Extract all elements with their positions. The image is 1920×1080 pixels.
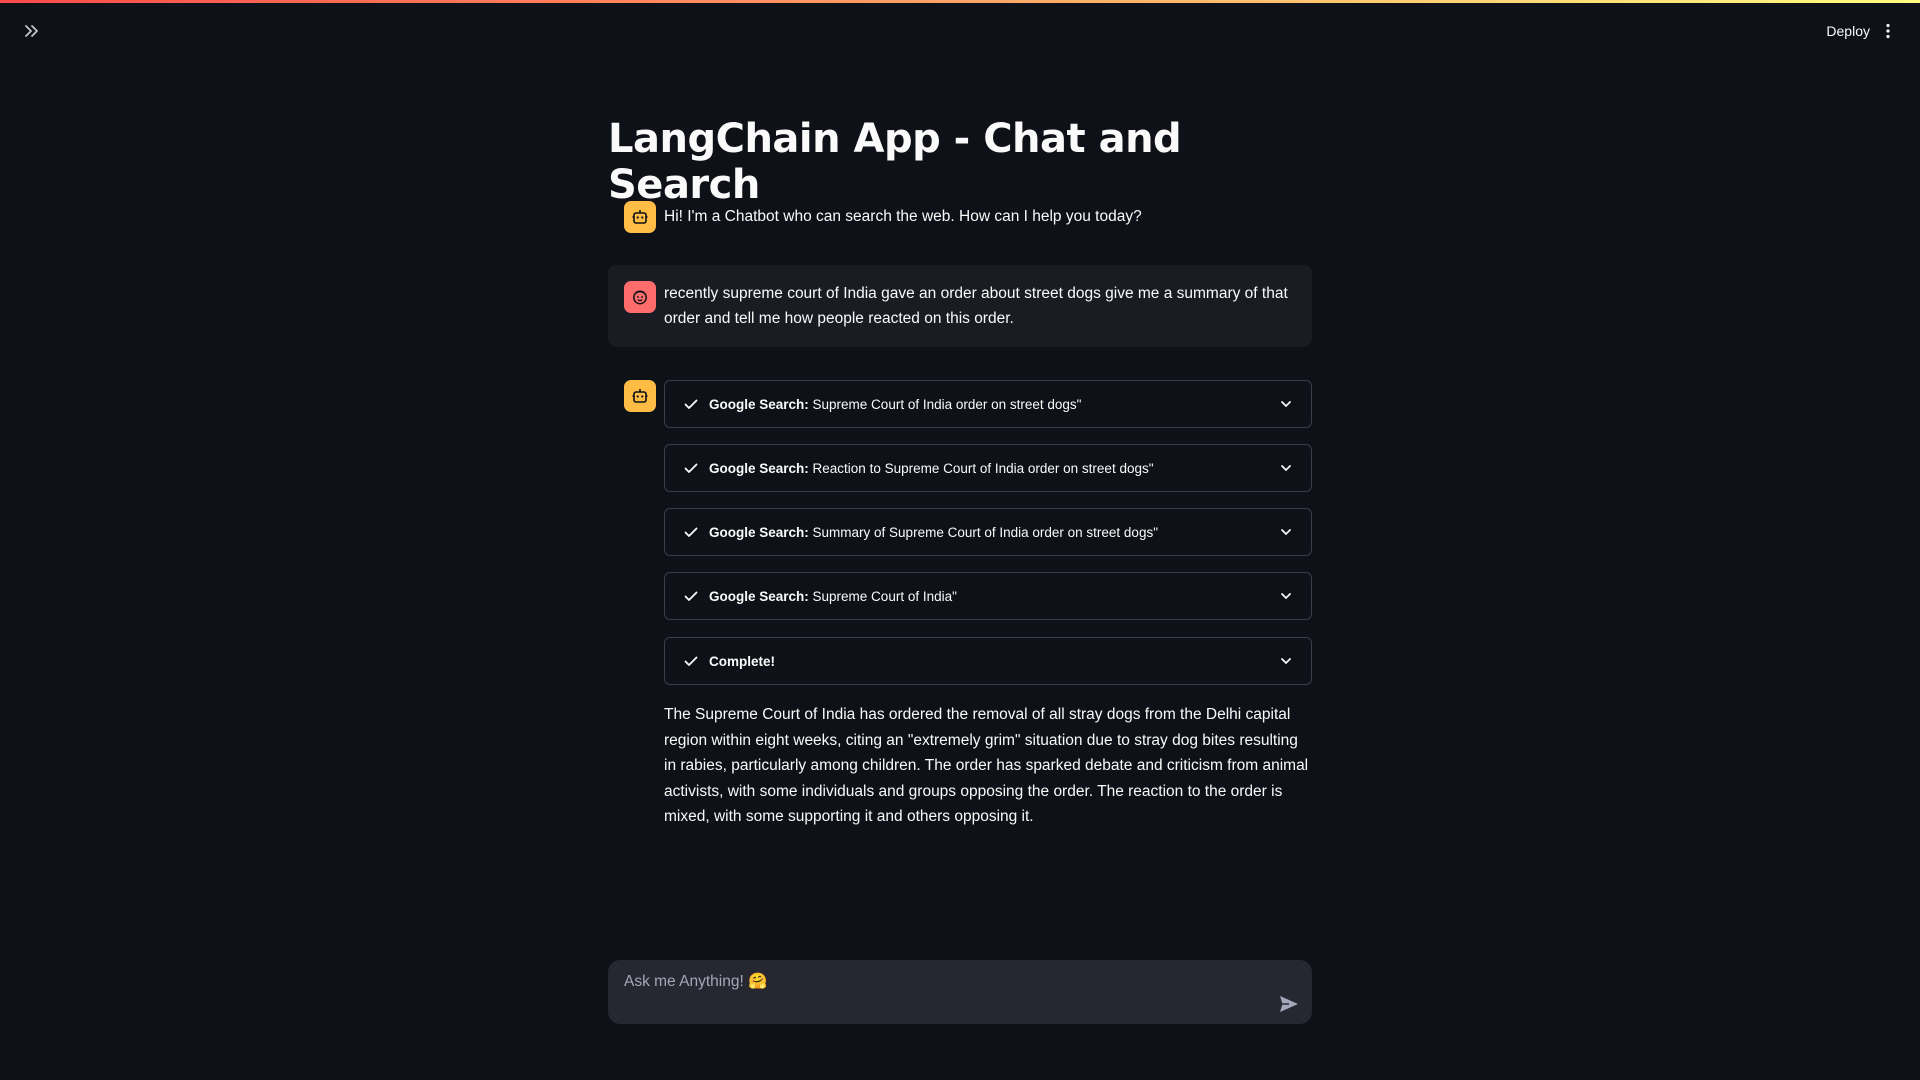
search-step-expander[interactable]: Google Search: Reaction to Supreme Court…: [664, 444, 1312, 492]
step-label: Google Search: Supreme Court of India": [709, 588, 957, 604]
chat-input-container: [608, 960, 1312, 1024]
smiley-face-icon: [633, 290, 647, 305]
expand-sidebar-button[interactable]: [18, 17, 46, 45]
assistant-avatar: [624, 380, 656, 412]
robot-icon: [632, 210, 648, 224]
send-button[interactable]: [1276, 992, 1302, 1016]
chevron-down-icon: [1279, 525, 1293, 539]
chevron-down-icon: [1279, 589, 1293, 603]
app-header: Deploy: [0, 3, 1920, 57]
double-chevron-right-icon: [25, 25, 38, 37]
step-label: Google Search: Summary of Supreme Court …: [709, 524, 1158, 540]
chat-input[interactable]: [624, 970, 1244, 994]
check-icon: [683, 524, 699, 540]
user-avatar: [624, 281, 656, 313]
send-arrow-icon: [1280, 996, 1298, 1012]
step-label: Google Search: Reaction to Supreme Court…: [709, 460, 1154, 476]
chevron-down-icon: [1279, 461, 1293, 475]
page-title: LangChain App - Chat and Search: [608, 116, 1182, 208]
chevron-down-icon: [1279, 397, 1293, 411]
check-icon: [683, 460, 699, 476]
assistant-avatar: [624, 201, 656, 233]
check-icon: [683, 588, 699, 604]
main-menu-button[interactable]: [1878, 19, 1898, 43]
vertical-dots-icon: [1886, 23, 1890, 39]
check-icon: [683, 396, 699, 412]
assistant-answer-text: The Supreme Court of India has ordered t…: [664, 706, 1309, 825]
search-step-expander[interactable]: Google Search: Summary of Supreme Court …: [664, 508, 1312, 556]
search-step-expander[interactable]: Google Search: Supreme Court of India": [664, 572, 1312, 620]
assistant-message-text: Hi! I'm a Chatbot who can search the web…: [664, 208, 1142, 225]
chevron-down-icon: [1279, 654, 1293, 668]
check-icon: [683, 653, 699, 669]
user-message-text: recently supreme court of India gave an …: [664, 285, 1288, 327]
complete-step-expander[interactable]: Complete!: [664, 637, 1312, 685]
robot-icon: [632, 389, 648, 403]
search-step-expander[interactable]: Google Search: Supreme Court of India or…: [664, 380, 1312, 428]
deploy-button[interactable]: Deploy: [1826, 19, 1870, 43]
user-message: recently supreme court of India gave an …: [608, 265, 1312, 347]
step-label: Google Search: Supreme Court of India or…: [709, 396, 1082, 412]
step-label: Complete!: [709, 653, 776, 669]
